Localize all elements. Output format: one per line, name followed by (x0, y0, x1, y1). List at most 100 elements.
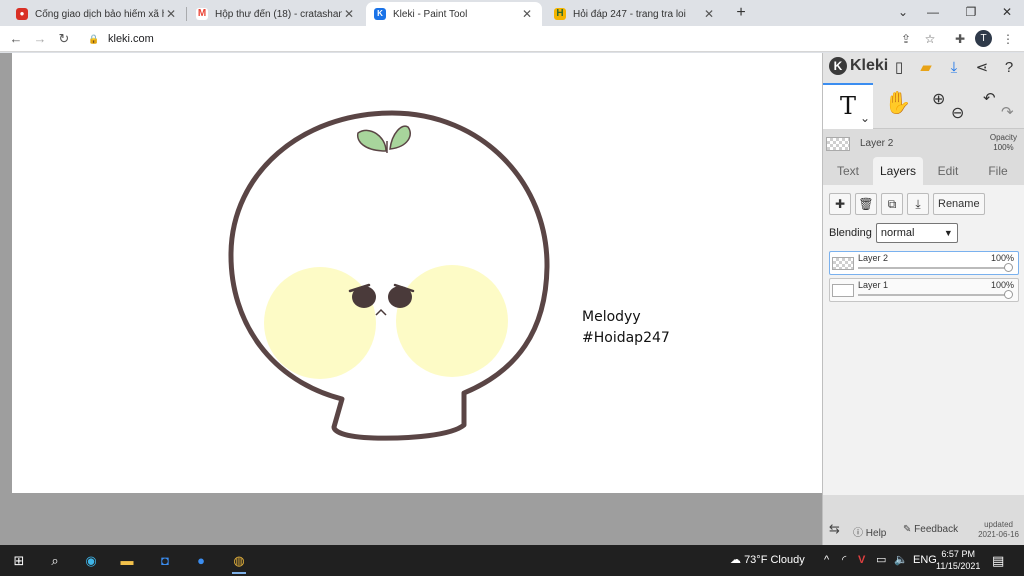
new-image-icon[interactable]: ▯ (889, 58, 909, 78)
layers-panel: ✚ 🗑 ⧉ ⤓ Rename Blending normal ▼ Layer 2… (823, 185, 1024, 495)
battery-icon[interactable]: ▭ (876, 545, 886, 576)
drawing-canvas[interactable]: Melodyy #Hoidap247 (12, 53, 822, 493)
clock-time: 6:57 PM (941, 549, 975, 559)
app-icon[interactable]: ◘ (150, 548, 180, 574)
back-button[interactable]: ← (6, 29, 26, 49)
weather-text: 73°F Cloudy (744, 554, 805, 566)
layer-item-layer-2[interactable]: Layer 2 100% (829, 251, 1019, 275)
right-blush (396, 265, 508, 377)
share-icon[interactable]: ⋖ (972, 58, 992, 78)
blending-select[interactable]: normal ▼ (875, 223, 958, 243)
blending-value: normal (880, 227, 915, 239)
duplicate-layer-icon[interactable]: ⧉ (881, 193, 903, 215)
tab-layers[interactable]: Layers (873, 157, 923, 185)
minimize-button[interactable]: — (918, 2, 948, 22)
chrome-icon[interactable]: ◍ (224, 548, 254, 574)
tab-text[interactable]: Text (823, 157, 873, 185)
forward-button[interactable]: → (30, 29, 50, 49)
show-hidden-icons[interactable]: ^ (824, 545, 829, 576)
zoom-in-icon[interactable]: ⊕ (932, 89, 945, 109)
updated-label: updated (984, 520, 1013, 529)
search-icon[interactable]: ⌕ (40, 548, 70, 574)
layer-opacity: 100% (990, 253, 1014, 263)
layer-thumbnail (832, 257, 854, 270)
layer-item-layer-1[interactable]: Layer 1 100% (829, 278, 1019, 302)
windows-start-icon[interactable]: ⊞ (4, 548, 34, 574)
close-icon[interactable]: ✕ (520, 7, 534, 21)
hand-tool-button[interactable]: ✋ (873, 83, 923, 129)
close-icon[interactable]: ✕ (342, 7, 356, 21)
menu-icon[interactable]: ⋮ (998, 29, 1018, 49)
extensions-icon[interactable]: ✚ (950, 29, 970, 49)
kleki-side-panel: K Kleki ▯ ▰ ⤓ ⋖ ? T ⌄ ✋ ⊕ ⊖ ↶ ↷ Layer 2 … (822, 53, 1024, 545)
merge-layer-icon[interactable]: ⤓ (907, 193, 929, 215)
mouth (375, 308, 387, 316)
opacity-label: Opacity (989, 133, 1017, 142)
layer-opacity-handle[interactable] (1003, 263, 1013, 272)
chevron-down-icon: ▼ (943, 228, 953, 238)
undo-icon[interactable]: ↶ (983, 89, 996, 107)
file-explorer-icon[interactable]: ▬ (112, 548, 142, 574)
edge-icon[interactable]: ◉ (76, 548, 106, 574)
volume-icon[interactable]: 🔈 (894, 545, 908, 576)
wifi-icon[interactable]: ◜ (842, 545, 846, 576)
windows-taskbar: ⊞ ⌕ ◉ ▬ ◘ ● ◍ ☁ 73°F Cloudy ^ ◜ V ▭ 🔈 EN… (0, 545, 1024, 576)
layer-opacity-slider[interactable] (858, 294, 1008, 296)
close-icon[interactable]: ✕ (702, 7, 716, 21)
address-bar[interactable]: 🔒 kleki.com (80, 28, 944, 50)
browser-toolbar: ← → ↻ 🔒 kleki.com ⇪ ☆ ✚ T ⋮ (0, 26, 1024, 52)
layer-opacity-handle[interactable] (1003, 290, 1013, 299)
system-clock[interactable]: 6:57 PM 11/15/2021 (936, 548, 980, 572)
tab-search-icon[interactable]: ⌄ (888, 2, 918, 22)
sprout-left-leaf (356, 129, 387, 152)
profile-avatar[interactable]: T (975, 30, 992, 47)
browser-tab-strip: ● Cổng giao dịch bảo hiểm xã hội đ ✕ M H… (0, 0, 1024, 26)
vietkey-icon[interactable]: V (858, 545, 865, 576)
help-circle-icon: ⓘ (853, 528, 863, 539)
opacity-readout: Opacity 100% (990, 133, 1017, 153)
kleki-logo-text: Kleki (850, 57, 889, 74)
tab-hoidap[interactable]: H Hỏi đáp 247 - trang tra loi ✕ (546, 2, 724, 26)
delete-layer-icon[interactable]: 🗑 (855, 193, 877, 215)
layer-thumbnail (832, 284, 854, 297)
swap-sides-icon[interactable]: ⇆ (829, 521, 840, 537)
close-window-button[interactable]: ✕ (992, 2, 1022, 22)
canvas-viewport[interactable]: Melodyy #Hoidap247 (0, 53, 822, 545)
share-page-icon[interactable]: ⇪ (896, 29, 916, 49)
tab-bhxh[interactable]: ● Cổng giao dịch bảo hiểm xã hội đ ✕ (8, 2, 186, 26)
add-layer-icon[interactable]: ✚ (829, 193, 851, 215)
zoom-out-icon[interactable]: ⊖ (951, 103, 964, 123)
weather-widget[interactable]: ☁ 73°F Cloudy (730, 545, 805, 576)
rename-button[interactable]: Rename (933, 193, 985, 215)
close-icon[interactable]: ✕ (164, 7, 178, 21)
layer-opacity-slider[interactable] (858, 267, 1008, 269)
restore-button[interactable]: ❐ (956, 2, 986, 22)
new-tab-button[interactable]: + (732, 3, 750, 23)
tab-separator (186, 7, 187, 21)
open-folder-icon[interactable]: ▰ (916, 58, 936, 78)
signature-tag: #Hoidap247 (582, 330, 670, 346)
help-icon[interactable]: ? (999, 58, 1019, 78)
help-link[interactable]: ⓘ Help (853, 524, 886, 539)
text-tool-button[interactable]: T ⌄ (823, 83, 873, 129)
notifications-icon[interactable]: ▤ (992, 545, 1004, 576)
kleki-logo[interactable]: K Kleki (829, 57, 888, 75)
input-language[interactable]: ENG (913, 545, 937, 576)
bhxh-icon: ● (16, 8, 28, 20)
tab-kleki[interactable]: K Kleki - Paint Tool ✕ (366, 2, 542, 26)
tab-gmail[interactable]: M Hộp thư đến (18) - cratashanoi@ ✕ (188, 2, 364, 26)
bookmark-star-icon[interactable]: ☆ (920, 29, 940, 49)
zalo-icon[interactable]: ● (186, 548, 216, 574)
tab-edit[interactable]: Edit (923, 157, 973, 185)
feedback-link[interactable]: ✎ Feedback (903, 524, 958, 535)
download-icon[interactable]: ⤓ (944, 58, 964, 78)
opacity-value: 100% (993, 143, 1014, 152)
tab-file[interactable]: File (973, 157, 1023, 185)
chevron-down-icon[interactable]: ⌄ (860, 111, 870, 125)
redo-icon[interactable]: ↷ (1001, 103, 1014, 121)
lock-icon[interactable]: 🔒 (88, 34, 100, 45)
undo-redo-buttons: ↶ ↷ (973, 83, 1023, 129)
kleki-footer: ⇆ ⓘ Help ✎ Feedback updated 2021-06-16 (823, 517, 1024, 545)
reload-button[interactable]: ↻ (54, 29, 74, 49)
layer-opacity: 100% (990, 280, 1014, 290)
